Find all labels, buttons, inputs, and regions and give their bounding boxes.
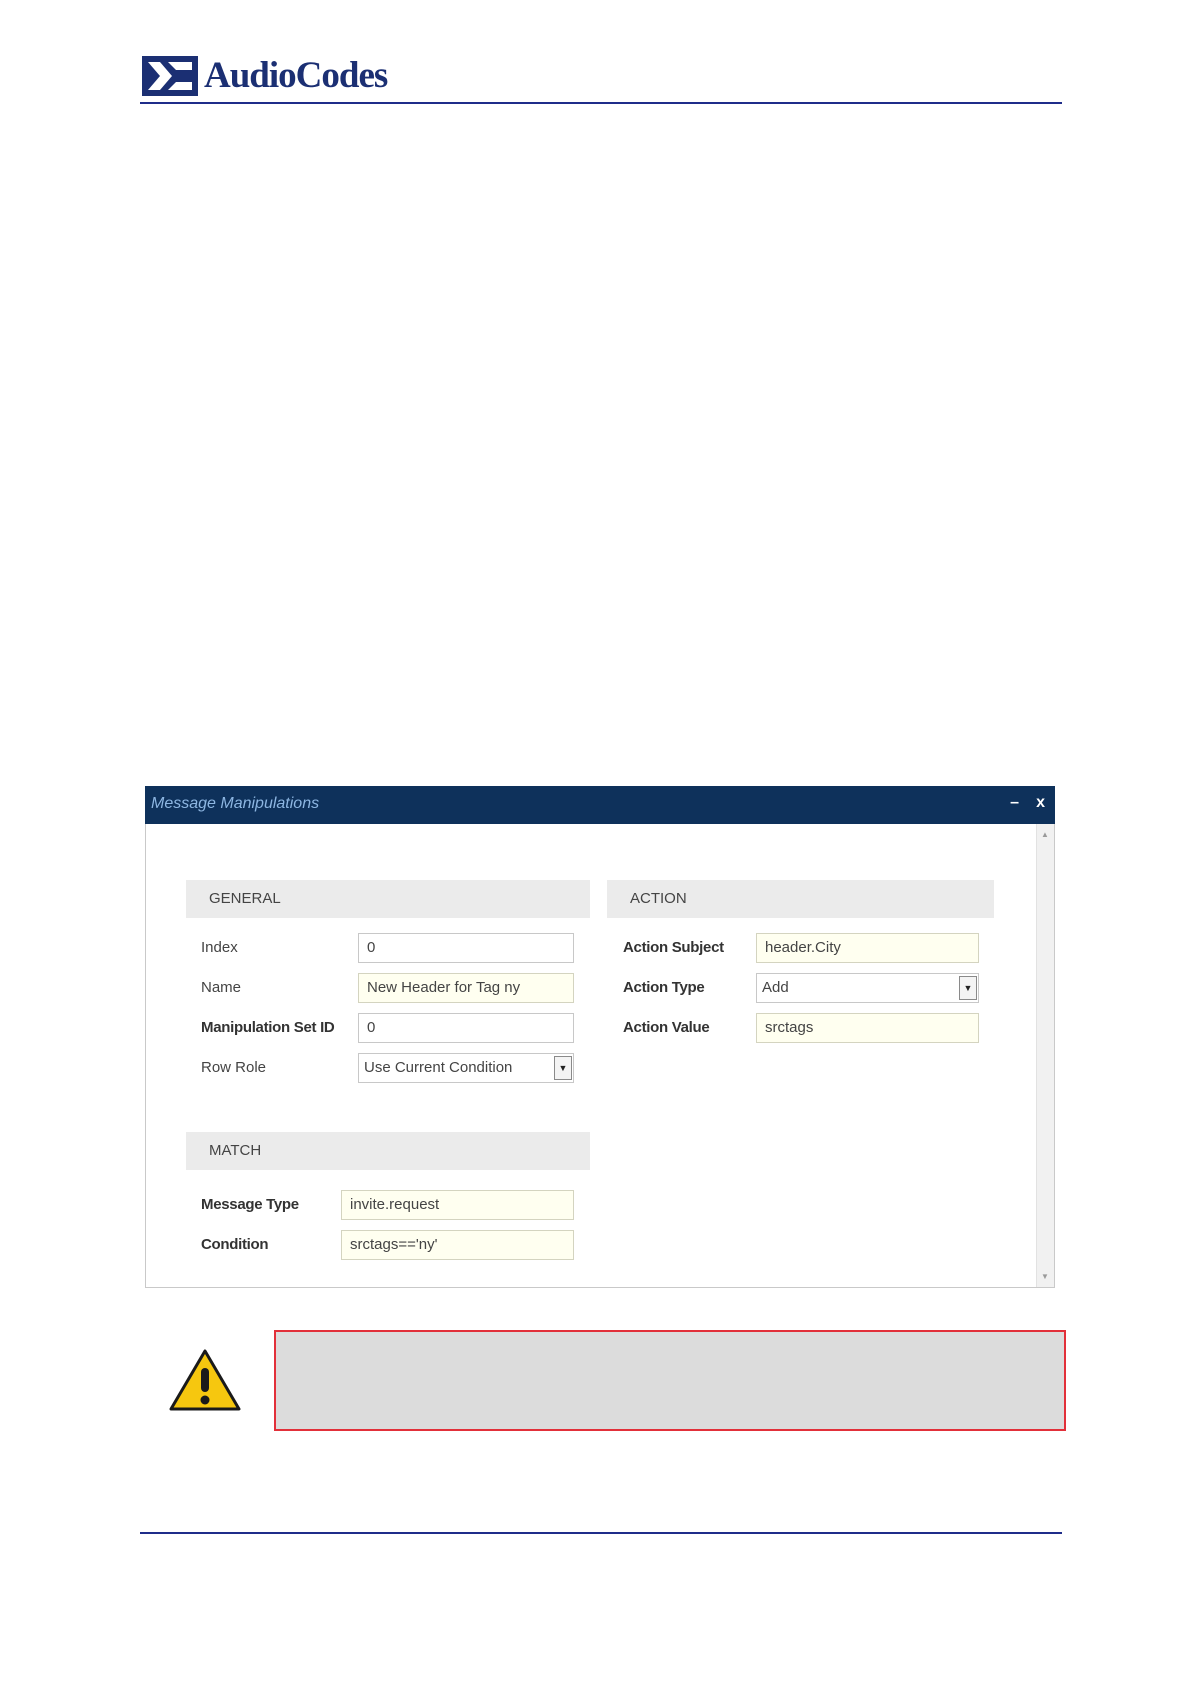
condition-field[interactable]: srctags=='ny' [341, 1230, 574, 1260]
index-label: Index [201, 939, 238, 956]
warning-icon [169, 1349, 241, 1411]
action-type-select[interactable]: Add ▼ [756, 973, 979, 1003]
row-role-label: Row Role [201, 1059, 267, 1076]
condition-label: Condition [201, 1236, 269, 1253]
minimize-icon[interactable]: – [1010, 794, 1019, 812]
action-value-field[interactable]: srctags [756, 1013, 979, 1043]
message-manipulations-dialog: Message Manipulations – x ▲ ▼ GENERAL In… [145, 786, 1055, 1288]
footer-rule [140, 1532, 1062, 1534]
name-field[interactable]: New Header for Tag ny [358, 973, 574, 1003]
dialog-title: Message Manipulations [151, 795, 320, 812]
manipulation-set-id-label: Manipulation Set ID [201, 1019, 335, 1036]
name-label: Name [201, 979, 242, 996]
message-type-field[interactable]: invite.request [341, 1190, 574, 1220]
audiocodes-logo: AudioCodes [142, 54, 388, 98]
note-box [274, 1330, 1066, 1431]
audiocodes-logo-icon [142, 56, 198, 96]
scroll-down-icon[interactable]: ▼ [1041, 1272, 1049, 1281]
general-section-header: GENERAL [186, 880, 590, 918]
brand-name: AudioCodes [204, 55, 388, 96]
scroll-up-icon[interactable]: ▲ [1041, 830, 1049, 839]
dropdown-arrow-icon[interactable]: ▼ [959, 976, 977, 1000]
action-value-label: Action Value [623, 1019, 710, 1036]
row-role-select[interactable]: Use Current Condition ▼ [358, 1053, 574, 1083]
message-type-label: Message Type [201, 1196, 299, 1213]
action-type-label: Action Type [623, 979, 705, 996]
dropdown-arrow-icon[interactable]: ▼ [554, 1056, 572, 1080]
index-field[interactable]: 0 [358, 933, 574, 963]
match-section-header: MATCH [186, 1132, 590, 1170]
manipulation-set-id-field[interactable]: 0 [358, 1013, 574, 1043]
dialog-titlebar: Message Manipulations – x [145, 786, 1055, 824]
action-type-value: Add [762, 979, 789, 996]
header-rule [140, 102, 1062, 104]
action-section-header: ACTION [607, 880, 994, 918]
dialog-scrollbar[interactable]: ▲ ▼ [1036, 824, 1054, 1287]
action-subject-field[interactable]: header.City [756, 933, 979, 963]
close-icon[interactable]: x [1036, 794, 1045, 812]
action-subject-label: Action Subject [623, 939, 724, 956]
row-role-value: Use Current Condition [364, 1059, 513, 1076]
